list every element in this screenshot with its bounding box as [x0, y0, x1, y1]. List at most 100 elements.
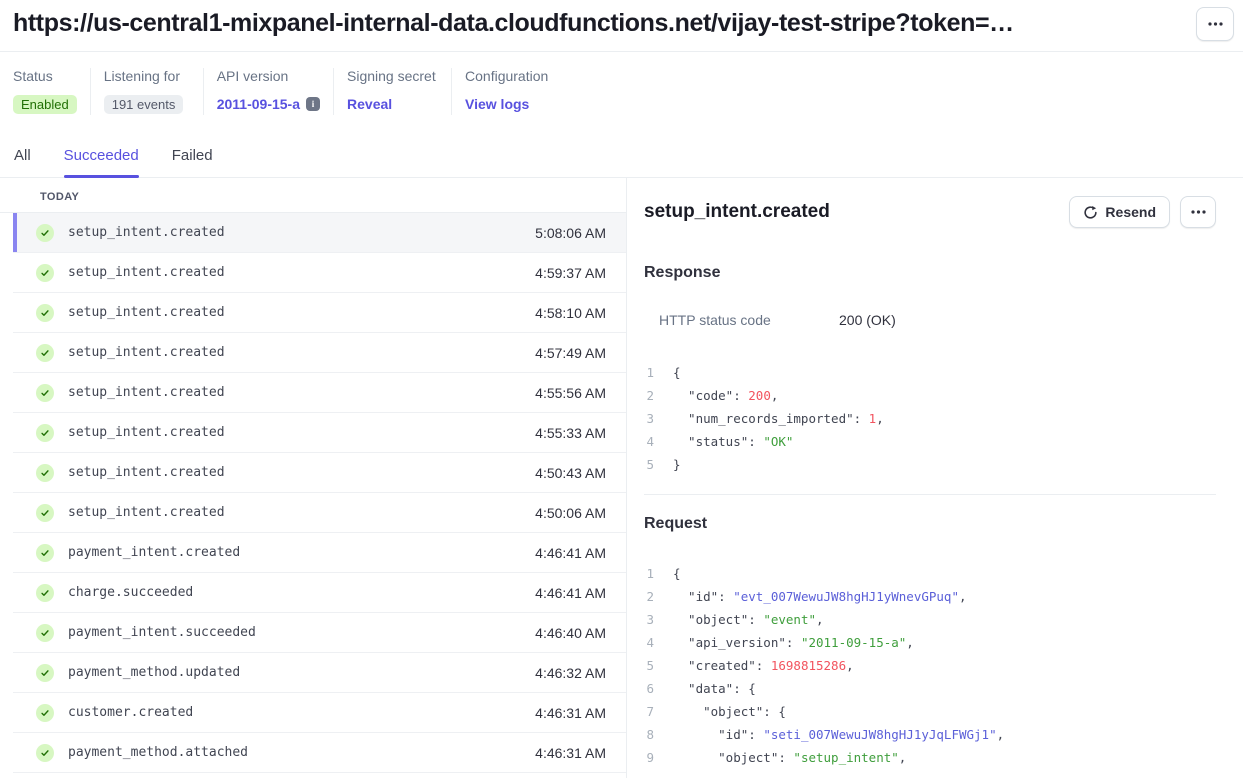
status-column-value-row: 191 events — [104, 93, 190, 115]
event-row[interactable]: setup_intent.created 4:55:33 AM — [13, 413, 626, 453]
detail-actions: Resend — [1069, 196, 1216, 228]
event-row[interactable]: customer.created 4:46:31 AM — [13, 693, 626, 733]
event-row[interactable]: setup_intent.created 4:57:49 AM — [13, 333, 626, 373]
status-column-label: Listening for — [104, 68, 190, 84]
http-status-value: 200 (OK) — [839, 312, 896, 328]
event-type: payment_method.updated — [68, 665, 240, 680]
event-row[interactable]: charge.succeeded 4:46:41 AM — [13, 573, 626, 613]
request-code-block: 1 { 2 "id": "evt_007WewuJW8hgHJ1yWnevGPu… — [644, 562, 1216, 769]
code-line: 2 "code": 200, — [644, 384, 1216, 407]
status-column-status: Status Enabled — [13, 68, 91, 115]
status-column-value-row: View logs — [465, 93, 548, 115]
detail-overflow-button[interactable] — [1180, 196, 1216, 228]
event-time: 4:50:06 AM — [535, 505, 606, 521]
event-row[interactable]: setup_intent.created 4:58:10 AM — [13, 293, 626, 333]
signing-secret-value[interactable]: Reveal — [347, 96, 392, 112]
event-row[interactable]: setup_intent.created 4:59:37 AM — [13, 253, 626, 293]
success-check-icon — [36, 224, 54, 242]
line-number: 4 — [644, 635, 654, 650]
filter-tabs: All Succeeded Failed — [0, 147, 1243, 178]
code-text: "code": 200, — [673, 388, 778, 403]
event-row[interactable]: setup_intent.created 4:50:06 AM — [13, 493, 626, 533]
event-time: 4:57:49 AM — [535, 345, 606, 361]
line-number: 7 — [644, 704, 654, 719]
status-column-signing-secret: Signing secret Reveal — [347, 68, 452, 115]
event-row[interactable]: payment_method.attached 4:46:31 AM — [13, 733, 626, 773]
line-number: 5 — [644, 457, 654, 472]
http-status-label: HTTP status code — [659, 312, 839, 328]
status-column-label: Status — [13, 68, 77, 84]
status-column-label: Configuration — [465, 68, 548, 84]
event-type: setup_intent.created — [68, 225, 225, 240]
event-group-label: TODAY — [40, 191, 626, 212]
code-text: "created": 1698815286, — [673, 658, 854, 673]
status-column-api-version: API version 2011-09-15-a i — [217, 68, 334, 115]
event-row[interactable]: payment_intent.created 4:46:41 AM — [13, 533, 626, 573]
status-column-value-row: Enabled — [13, 93, 77, 115]
status-column-value-row: 2011-09-15-a i — [217, 93, 320, 115]
event-list-panel: TODAY setup_intent.created 5:08:06 AM se… — [0, 178, 627, 778]
event-time: 4:46:32 AM — [535, 665, 606, 681]
response-section-heading: Response — [644, 264, 1216, 282]
event-detail-panel: setup_intent.created Resend Response HTT… — [627, 178, 1243, 778]
status-column-value-row: Reveal — [347, 93, 438, 115]
success-check-icon — [36, 544, 54, 562]
event-row[interactable]: payment_method.updated 4:46:32 AM — [13, 653, 626, 693]
event-type: payment_method.attached — [68, 745, 248, 760]
code-text: "id": "evt_007WewuJW8hgHJ1yWnevGPuq", — [673, 589, 967, 604]
event-row[interactable]: payment_intent.succeeded 4:46:40 AM — [13, 613, 626, 653]
resend-button[interactable]: Resend — [1069, 196, 1170, 228]
refresh-icon — [1083, 205, 1098, 220]
success-check-icon — [36, 744, 54, 762]
header-overflow-button[interactable] — [1196, 7, 1234, 41]
event-type: setup_intent.created — [68, 385, 225, 400]
line-number: 5 — [644, 658, 654, 673]
event-time: 4:58:10 AM — [535, 305, 606, 321]
event-row[interactable]: setup_intent.created 5:08:06 AM — [13, 213, 626, 253]
configuration-value[interactable]: View logs — [465, 96, 529, 112]
code-text: "object": "setup_intent", — [673, 750, 906, 765]
response-code-block: 1 { 2 "code": 200, 3 "num_records_import… — [644, 361, 1216, 476]
event-row[interactable]: setup_intent.created 4:50:43 AM — [13, 453, 626, 493]
event-time: 4:59:37 AM — [535, 265, 606, 281]
success-check-icon — [36, 664, 54, 682]
event-row[interactable]: setup_intent.created 4:55:56 AM — [13, 373, 626, 413]
tab-all[interactable]: All — [14, 147, 31, 177]
event-type: setup_intent.created — [68, 425, 225, 440]
resend-button-label: Resend — [1105, 204, 1156, 220]
page-header: https://us-central1-mixpanel-internal-da… — [0, 0, 1243, 52]
code-line: 4 "api_version": "2011-09-15-a", — [644, 631, 1216, 654]
code-text: { — [673, 365, 681, 380]
line-number: 2 — [644, 589, 654, 604]
line-number: 8 — [644, 727, 654, 742]
status-column-listening-for: Listening for 191 events — [104, 68, 204, 115]
endpoint-url-title: https://us-central1-mixpanel-internal-da… — [13, 9, 1014, 38]
code-line: 3 "object": "event", — [644, 608, 1216, 631]
line-number: 6 — [644, 681, 654, 696]
line-number: 1 — [644, 365, 654, 380]
code-line: 7 "object": { — [644, 700, 1216, 723]
section-divider — [644, 494, 1216, 495]
api-version-value[interactable]: 2011-09-15-a — [217, 96, 300, 112]
ellipsis-icon — [1191, 210, 1206, 214]
success-check-icon — [36, 384, 54, 402]
line-number: 3 — [644, 411, 654, 426]
event-type: setup_intent.created — [68, 465, 225, 480]
code-line: 5 "created": 1698815286, — [644, 654, 1216, 677]
code-line: 8 "id": "seti_007WewuJW8hgHJ1yJqLFWGj1", — [644, 723, 1216, 746]
code-line: 2 "id": "evt_007WewuJW8hgHJ1yWnevGPuq", — [644, 585, 1216, 608]
request-section-heading: Request — [644, 515, 1216, 533]
line-number: 3 — [644, 612, 654, 627]
event-time: 4:46:31 AM — [535, 745, 606, 761]
tab-failed[interactable]: Failed — [172, 147, 213, 177]
tab-succeeded[interactable]: Succeeded — [64, 147, 139, 177]
content-area: TODAY setup_intent.created 5:08:06 AM se… — [0, 178, 1243, 778]
success-check-icon — [36, 504, 54, 522]
success-check-icon — [36, 344, 54, 362]
code-line: 5 } — [644, 453, 1216, 476]
tab-label: All — [14, 147, 31, 164]
event-type: customer.created — [68, 705, 193, 720]
code-text: { — [673, 566, 681, 581]
info-icon: i — [306, 97, 320, 111]
code-line: 1 { — [644, 562, 1216, 585]
